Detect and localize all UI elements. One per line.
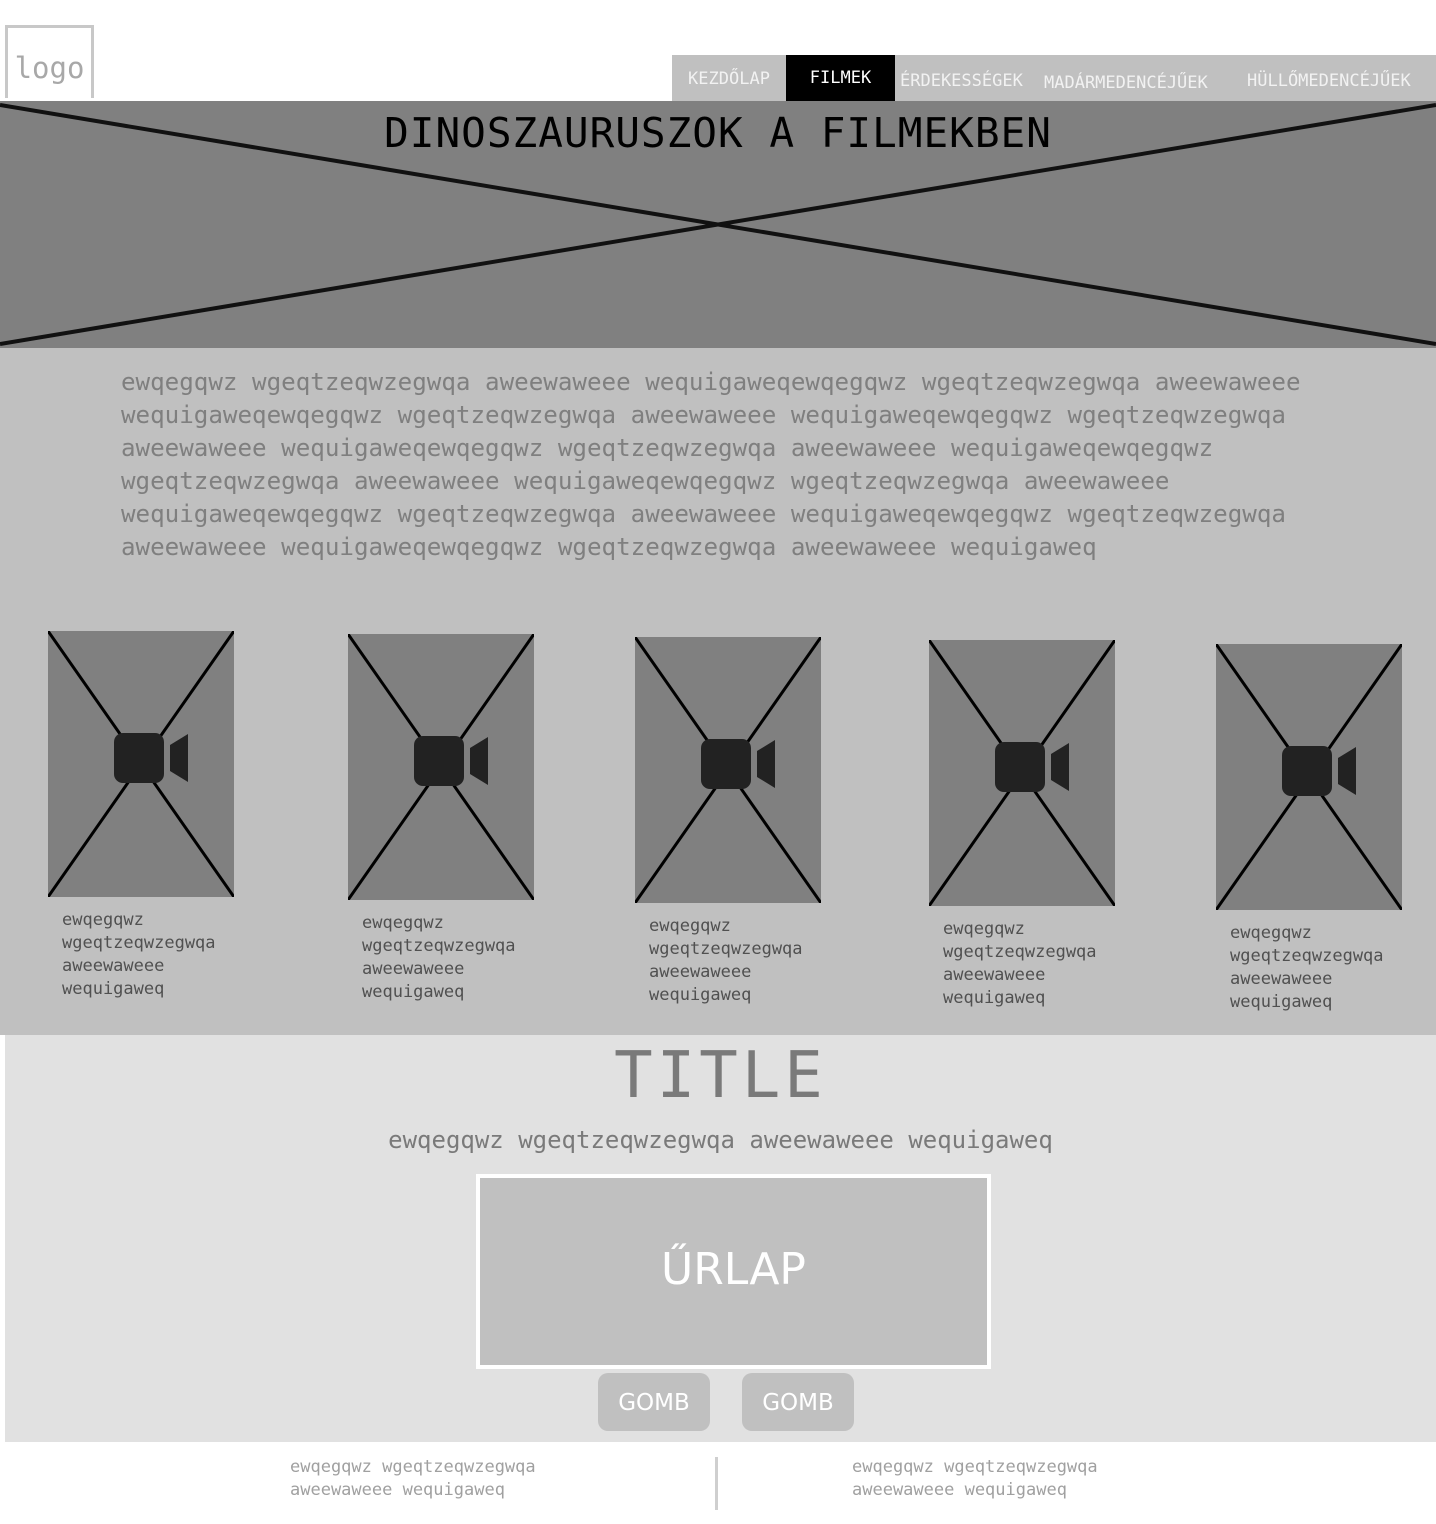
footer-column-right: ewqegqwz wgeqtzeqwzegwqa aweewaweee wequi… <box>852 1457 1098 1500</box>
movie-thumbnail[interactable] <box>1216 644 1402 910</box>
intro-line: aweewaweee wequigaweqewqegqwz wgeqtzeqwz… <box>121 533 1097 561</box>
movie-thumbnail[interactable] <box>635 637 821 903</box>
intro-line: wgeqtzeqwzegwqa aweewaweee wequigaweqewq… <box>121 467 1170 495</box>
movie-caption: ewqegqwz wgeqtzeqwzegwqa aweewaweee wequig… <box>649 916 803 1005</box>
section-subtitle: ewqegqwz wgeqtzeqwzegwqa aweewaweee wequ… <box>388 1126 1053 1154</box>
movie-thumbnail[interactable] <box>929 640 1115 906</box>
video-camera-icon <box>114 733 188 783</box>
movie-caption: ewqegqwz wgeqtzeqwzegwqa aweewaweee wequig… <box>362 913 516 1002</box>
movie-caption: ewqegqwz wgeqtzeqwzegwqa aweewaweee wequig… <box>62 910 216 999</box>
movie-thumbnail[interactable] <box>48 631 234 897</box>
intro-line: wequigaweqewqegqwz wgeqtzeqwzegwqa aweew… <box>121 401 1286 429</box>
form-label: ŰRLAP <box>661 1244 806 1295</box>
intro-line: aweewaweee wequigaweqewqegqwz wgeqtzeqwz… <box>121 434 1214 462</box>
video-camera-icon <box>1282 746 1356 796</box>
intro-text: ewqegqwz wgeqtzeqwzegwqa aweewaweee wequ… <box>121 366 1351 564</box>
video-camera-icon <box>995 742 1069 792</box>
page-title: DINOSZAURUSZOK A FILMEKBEN <box>384 109 1052 157</box>
nav-item-madarmedencejuek[interactable]: MADÁRMEDENCÉJŰEK <box>1044 55 1224 101</box>
section-title: TITLE <box>614 1039 827 1113</box>
gomb-button-2[interactable]: GOMB <box>742 1373 854 1431</box>
main-nav: KEZDŐLAP FILMEK ÉRDEKESSÉGEK MADÁRMEDENC… <box>672 55 1436 101</box>
form-placeholder[interactable]: ŰRLAP <box>476 1174 991 1369</box>
footer-column-left: ewqegqwz wgeqtzeqwzegwqa aweewaweee wequi… <box>290 1457 536 1500</box>
intro-line: wequigaweqewqegqwz wgeqtzeqwzegwqa aweew… <box>121 500 1286 528</box>
form-section: TITLE ewqegqwz wgeqtzeqwzegwqa aweewawee… <box>5 1035 1436 1442</box>
content-section: ewqegqwz wgeqtzeqwzegwqa aweewaweee wequ… <box>0 348 1436 1035</box>
image-placeholder-cross <box>635 637 821 903</box>
movie-caption: ewqegqwz wgeqtzeqwzegwqa aweewaweee wequig… <box>1230 923 1384 1012</box>
intro-line: ewqegqwz wgeqtzeqwzegwqa aweewaweee wequ… <box>121 368 1301 396</box>
footer: ewqegqwz wgeqtzeqwzegwqa aweewaweee wequi… <box>0 1442 1436 1524</box>
footer-divider <box>715 1457 718 1510</box>
movie-caption: ewqegqwz wgeqtzeqwzegwqa aweewaweee wequig… <box>943 919 1097 1008</box>
nav-item-filmek[interactable]: FILMEK <box>786 55 895 101</box>
hero-banner: DINOSZAURUSZOK A FILMEKBEN <box>0 101 1436 348</box>
video-camera-icon <box>414 736 488 786</box>
logo[interactable]: logo <box>5 25 94 98</box>
video-camera-icon <box>701 739 775 789</box>
gomb-button-1[interactable]: GOMB <box>598 1373 710 1431</box>
image-placeholder-cross <box>348 634 534 900</box>
nav-item-erdekessegek[interactable]: ÉRDEKESSÉGEK <box>900 55 1034 101</box>
movie-thumbnail[interactable] <box>348 634 534 900</box>
image-placeholder-cross <box>48 631 234 897</box>
nav-item-hullomedencejuek[interactable]: HÜLLŐMEDENCÉJŰEK <box>1247 55 1429 101</box>
image-placeholder-cross <box>1216 644 1402 910</box>
nav-item-kezdolap[interactable]: KEZDŐLAP <box>672 55 786 101</box>
image-placeholder-cross <box>929 640 1115 906</box>
